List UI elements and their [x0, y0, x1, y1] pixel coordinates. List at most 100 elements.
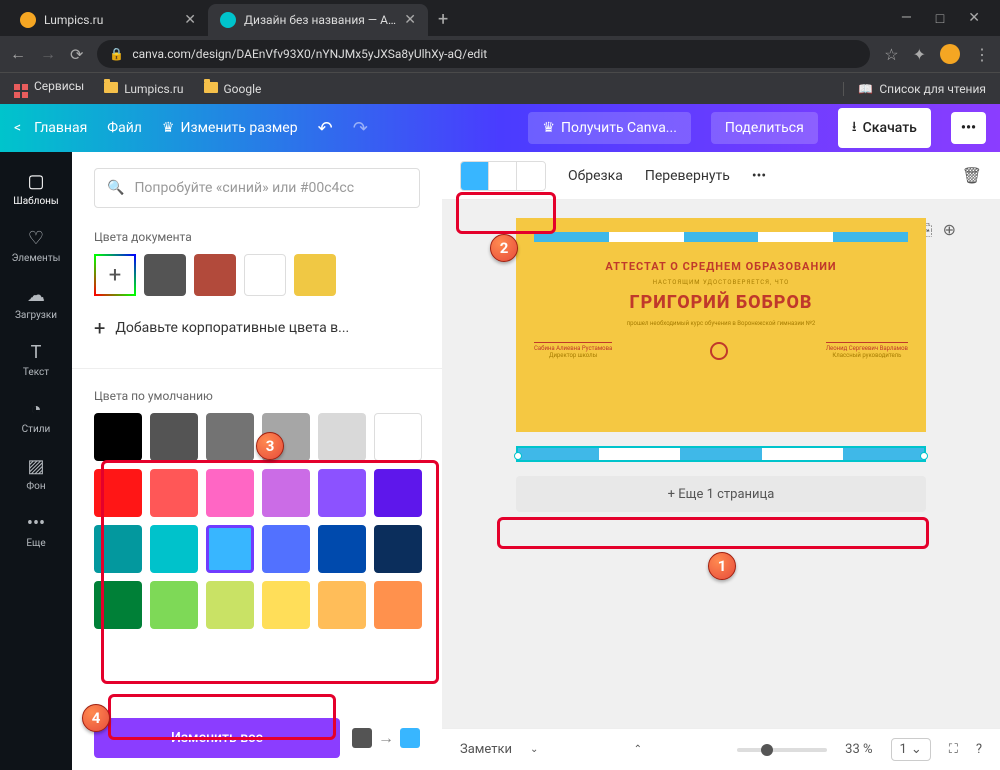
url-field[interactable]: 🔒 canva.com/design/DAEnVfv93X0/nYNJMx5yJ… [97, 40, 870, 68]
reload-button[interactable]: ⟳ [70, 45, 83, 64]
default-color-swatch[interactable] [318, 469, 366, 517]
color-chip[interactable] [517, 162, 545, 190]
redo-button[interactable]: ↷ [353, 118, 368, 139]
templates-icon: ▢ [25, 170, 47, 192]
default-color-swatch[interactable] [318, 525, 366, 573]
color-search-input[interactable]: 🔍 Попробуйте «синий» или #00c4cc [94, 168, 420, 208]
menu-icon[interactable]: ⋮ [974, 45, 990, 64]
nav-templates[interactable]: ▢Шаблоны [0, 160, 72, 217]
nav-elements[interactable]: ♡Элементы [0, 217, 72, 274]
doc-color-swatch[interactable] [194, 254, 236, 296]
delete-button[interactable]: 🗑 [962, 166, 982, 185]
change-all-button[interactable]: Изменить все [94, 718, 340, 758]
page-indicator[interactable]: 1 ⌄ [891, 738, 931, 761]
default-color-swatch[interactable] [374, 469, 422, 517]
toolbar-more[interactable]: ••• [752, 168, 766, 184]
default-color-swatch[interactable] [150, 525, 198, 573]
bookmark-services[interactable]: Сервисы [14, 79, 84, 98]
side-nav: ▢Шаблоны ♡Элементы ☁Загрузки TТекст ◔Сти… [0, 152, 72, 770]
reading-list[interactable]: 📖 Список для чтения [843, 82, 986, 96]
close-icon[interactable]: ✕ [404, 12, 416, 28]
close-icon[interactable]: ✕ [184, 12, 196, 28]
chevron-up-icon[interactable]: ⌃ [634, 744, 642, 755]
notes-button[interactable]: Заметки [460, 742, 512, 757]
chevron-down-icon[interactable]: ⌄ [530, 744, 538, 755]
default-color-swatch[interactable] [374, 581, 422, 629]
cert-title: АТТЕСТАТ О СРЕДНЕМ ОБРАЗОВАНИИ [534, 260, 908, 273]
bookmark-lumpics[interactable]: Lumpics.ru [104, 82, 183, 96]
default-color-swatch[interactable] [318, 581, 366, 629]
selected-strip-element[interactable] [516, 446, 926, 462]
default-color-swatch[interactable] [262, 525, 310, 573]
get-pro-button[interactable]: ♛ Получить Canva... [528, 112, 690, 144]
default-color-swatch[interactable] [150, 581, 198, 629]
default-color-swatch[interactable] [94, 469, 142, 517]
default-color-swatch[interactable] [206, 581, 254, 629]
default-color-swatch[interactable] [374, 525, 422, 573]
extension-icon[interactable]: ✦ [913, 45, 926, 64]
default-color-swatch[interactable] [262, 581, 310, 629]
crop-button[interactable]: Обрезка [568, 168, 623, 184]
element-color-chips[interactable] [460, 161, 546, 191]
doc-color-swatch[interactable] [294, 254, 336, 296]
bookmark-google[interactable]: Google [204, 82, 262, 96]
add-brand-colors[interactable]: +Добавьте корпоративные цвета в... [94, 316, 420, 340]
star-icon[interactable]: ☆ [884, 45, 898, 64]
default-color-swatch[interactable] [94, 581, 142, 629]
search-icon: 🔍 [107, 180, 124, 196]
download-button[interactable]: ⭳ Скачать [838, 108, 931, 148]
nav-text[interactable]: TТекст [0, 331, 72, 388]
undo-button[interactable]: ↶ [318, 118, 333, 139]
zoom-value: 33 % [845, 742, 872, 757]
default-color-swatch[interactable] [206, 469, 254, 517]
default-color-swatch[interactable] [206, 525, 254, 573]
help-icon[interactable]: ? [976, 742, 982, 757]
share-button[interactable]: Поделиться [711, 112, 818, 144]
doc-colors-label: Цвета документа [94, 230, 420, 244]
profile-avatar[interactable] [940, 44, 960, 64]
default-color-swatch[interactable] [150, 469, 198, 517]
default-color-swatch[interactable] [206, 413, 254, 461]
default-colors-label: Цвета по умолчанию [94, 389, 420, 403]
doc-colors-row: + [94, 254, 420, 296]
color-chip[interactable] [461, 162, 489, 190]
resize-button[interactable]: ♛ Изменить размер [162, 120, 298, 136]
address-bar: ← → ⟳ 🔒 canva.com/design/DAEnVfv93X0/nYN… [0, 36, 1000, 72]
window-minimize[interactable]: — [901, 10, 912, 26]
nav-more[interactable]: •••Еще [0, 502, 72, 559]
styles-icon: ◔ [25, 398, 47, 420]
default-color-swatch[interactable] [94, 525, 142, 573]
color-panel: 🔍 Попробуйте «синий» или #00c4cc Цвета д… [72, 152, 442, 770]
add-color-swatch[interactable]: + [94, 254, 136, 296]
default-color-swatch[interactable] [374, 413, 422, 461]
certificate-page[interactable]: АТТЕСТАТ О СРЕДНЕМ ОБРАЗОВАНИИ НАСТОЯЩИМ… [516, 218, 926, 432]
add-page-icon[interactable]: ⊕ [943, 220, 956, 240]
default-color-swatch[interactable] [94, 413, 142, 461]
default-color-swatch[interactable] [150, 413, 198, 461]
add-page-button[interactable]: + Еще 1 страница [516, 476, 926, 512]
zoom-slider[interactable] [737, 748, 827, 752]
forward-button[interactable]: → [40, 44, 56, 64]
doc-color-swatch[interactable] [244, 254, 286, 296]
more-button[interactable]: ••• [951, 112, 986, 144]
doc-color-swatch[interactable] [144, 254, 186, 296]
back-button[interactable]: ← [10, 44, 26, 64]
nav-uploads[interactable]: ☁Загрузки [0, 274, 72, 331]
color-chip[interactable] [489, 162, 517, 190]
nav-background[interactable]: ▨Фон [0, 445, 72, 502]
window-close[interactable]: ✕ [968, 10, 980, 26]
default-color-swatch[interactable] [262, 469, 310, 517]
window-maximize[interactable]: □ [936, 10, 944, 27]
flip-button[interactable]: Перевернуть [645, 168, 730, 184]
swap-to [400, 728, 420, 748]
default-color-swatch[interactable] [318, 413, 366, 461]
tab-lumpics[interactable]: Lumpics.ru ✕ [8, 4, 208, 36]
fullscreen-icon[interactable]: ⛶ [949, 742, 958, 757]
tab-bar: Lumpics.ru ✕ Дизайн без названия — A4 (L… [0, 0, 1000, 36]
new-tab-button[interactable]: + [428, 3, 458, 36]
cert-course: прошел необходимый курс обучения в Ворон… [534, 319, 908, 328]
file-button[interactable]: Файл [107, 120, 142, 136]
nav-styles[interactable]: ◔Стили [0, 388, 72, 445]
tab-canva[interactable]: Дизайн без названия — A4 (Lan ✕ [208, 4, 428, 36]
home-button[interactable]: < Главная [14, 120, 87, 136]
